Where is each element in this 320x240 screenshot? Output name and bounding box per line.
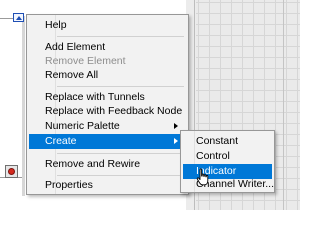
structure-frame xyxy=(0,18,23,178)
menu-separator xyxy=(57,86,184,87)
menu-item-add-element[interactable]: Add Element xyxy=(29,40,186,55)
stop-button-icon[interactable] xyxy=(5,165,18,178)
menu-item-label: Remove and Rewire xyxy=(45,158,141,170)
menu-item-numeric-palette[interactable]: Numeric Palette xyxy=(29,119,186,134)
menu-item-label: Numeric Palette xyxy=(45,120,120,132)
chevron-right-icon xyxy=(174,138,178,144)
submenu-item-control[interactable]: Control xyxy=(183,149,272,164)
chevron-right-icon xyxy=(174,123,178,129)
input-terminal-icon[interactable] xyxy=(13,13,24,22)
menu-separator xyxy=(57,175,184,176)
hand-pointer-icon xyxy=(196,168,209,186)
menu-item-replace-with-tunnels[interactable]: Replace with Tunnels xyxy=(29,90,186,105)
grid-guide-line xyxy=(283,0,284,210)
menu-item-label: Remove Element xyxy=(45,55,126,67)
menu-separator xyxy=(57,153,184,154)
menu-item-label: Add Element xyxy=(45,41,106,53)
menu-separator xyxy=(57,36,184,37)
labview-block-diagram: Help Add Element Remove Element Remove A… xyxy=(0,0,300,210)
loop-border xyxy=(22,16,25,196)
menu-item-remove-and-rewire[interactable]: Remove and Rewire xyxy=(29,157,186,172)
menu-item-remove-element: Remove Element xyxy=(29,54,186,69)
menu-item-label: Replace with Tunnels xyxy=(45,91,145,103)
menu-item-label: Create xyxy=(45,135,77,147)
submenu-item-label: Control xyxy=(196,150,230,162)
menu-item-remove-all[interactable]: Remove All xyxy=(29,68,186,83)
menu-item-label: Replace with Feedback Node xyxy=(45,105,183,117)
context-menu: Help Add Element Remove Element Remove A… xyxy=(26,14,189,195)
submenu-item-constant[interactable]: Constant xyxy=(183,134,272,149)
menu-item-label: Properties xyxy=(45,179,93,191)
menu-item-create[interactable]: Create xyxy=(29,134,186,149)
menu-item-help[interactable]: Help xyxy=(29,18,186,33)
menu-item-label: Help xyxy=(45,19,67,31)
create-submenu: Constant Control Indicator Channel Write… xyxy=(180,130,275,193)
submenu-item-label: Constant xyxy=(196,135,239,147)
menu-item-replace-with-feedback-node[interactable]: Replace with Feedback Node xyxy=(29,104,186,119)
menu-item-properties[interactable]: Properties xyxy=(29,178,186,193)
menu-item-label: Remove All xyxy=(45,69,99,81)
